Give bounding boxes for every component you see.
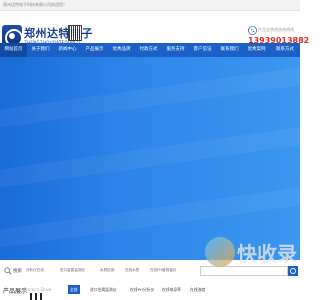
- nav-item-home[interactable]: 网站首页: [0, 43, 27, 57]
- product-image[interactable]: [30, 293, 48, 300]
- phone-icon: [248, 26, 257, 35]
- nav-item-about[interactable]: 关于我们: [27, 43, 54, 57]
- hotline-label: 产品全热线咨询热线: [258, 27, 294, 32]
- nav-item-payment[interactable]: 付款方式: [135, 43, 162, 57]
- nav-item-products[interactable]: 产品展示: [81, 43, 108, 57]
- site-header: 郑州达特电子 ZHENGZHOUDATEDIANZI 产品全热线咨询热线 139…: [0, 11, 309, 49]
- nav-item-service[interactable]: 服务支持: [162, 43, 189, 57]
- tab-ph-analyzer[interactable]: 在线PH分析仪: [128, 285, 156, 294]
- product-rod: [40, 293, 42, 300]
- main-navigation: 网站首页 关于我们 新闻中心 产品展示 优秀品牌 付款方式 服务支持 客户见证 …: [0, 43, 300, 57]
- welcome-text: 郑州达特电子科技有限公司欢迎您！: [3, 2, 67, 7]
- top-bar: 郑州达特电子科技有限公司欢迎您！: [0, 0, 300, 11]
- nav-item-contact-info[interactable]: 联系方式: [270, 43, 300, 57]
- nav-item-testimonials[interactable]: 客户见证: [189, 43, 216, 57]
- search-button[interactable]: [288, 266, 298, 276]
- search-label: 搜索: [13, 269, 22, 274]
- hero-banner[interactable]: [0, 57, 300, 260]
- nav-item-news[interactable]: 新闻中心: [54, 43, 81, 57]
- nav-item-brands[interactable]: 优秀品牌: [108, 43, 135, 57]
- hot-search-tag[interactable]: 在线PH值测量仪: [150, 268, 176, 273]
- hot-search-tag[interactable]: 在线水质: [125, 268, 139, 273]
- hot-search-tag[interactable]: 进口金属监测仪: [60, 268, 85, 273]
- banner-decoration: [0, 122, 300, 190]
- hot-search-tag[interactable]: 水质检测: [100, 268, 114, 273]
- tab-turbidity[interactable]: 在线浊度: [188, 285, 207, 294]
- logo-chinese-name: 郑州达特电子: [24, 27, 93, 40]
- hot-search-tag[interactable]: 分析仪在线: [26, 268, 44, 273]
- search-icon: [4, 267, 12, 275]
- tab-metal-monitor[interactable]: 进口金属监测仪: [88, 285, 119, 294]
- product-rod: [35, 293, 37, 300]
- search-input[interactable]: [200, 266, 288, 276]
- qr-code: [68, 25, 82, 41]
- tab-all[interactable]: 全部: [68, 285, 80, 294]
- product-rod: [30, 293, 32, 300]
- tab-conductivity[interactable]: 在线电导率: [160, 285, 183, 294]
- search-bar: 搜索 分析仪在线 进口金属监测仪 水质检测 在线水质 在线PH值测量仪: [0, 260, 300, 282]
- banner-decoration: [0, 182, 300, 250]
- banner-decoration: [0, 62, 300, 130]
- nav-item-contact[interactable]: 联系我们: [216, 43, 243, 57]
- section-subtitle: Product Show: [24, 287, 52, 292]
- nav-item-cases[interactable]: 优秀案例: [243, 43, 270, 57]
